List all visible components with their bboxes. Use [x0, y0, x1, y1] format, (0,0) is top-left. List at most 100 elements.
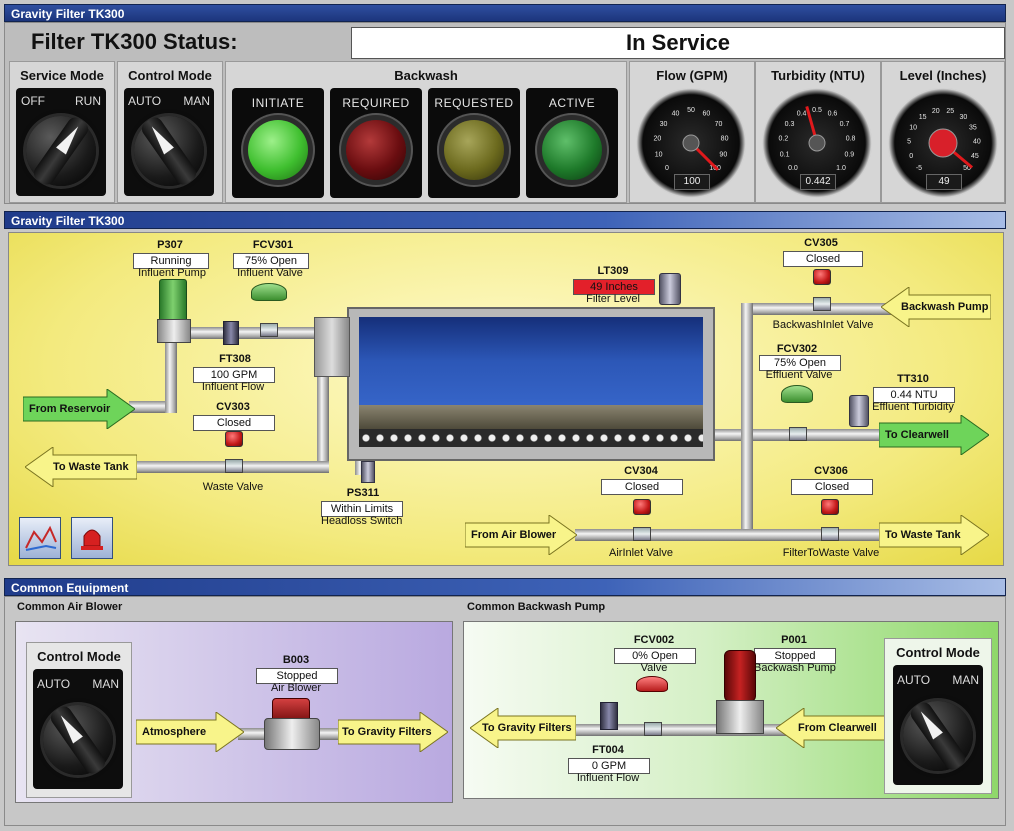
- cv306-valve[interactable]: [821, 499, 839, 515]
- level-gauge-group: Level (Inches) -5 0 5 10 15 20 25 30 35 40 45 50 49: [881, 61, 1005, 203]
- from-air-blower-label: From Air Blower: [471, 529, 557, 541]
- gauge-tick-label: 0.8: [846, 136, 856, 143]
- service-mode-switch[interactable]: OFF RUN: [16, 88, 106, 196]
- alarm-button[interactable]: [71, 517, 113, 559]
- lt309-transmitter[interactable]: [659, 273, 681, 305]
- b003-tag: B003: [282, 654, 310, 666]
- active-lamp: ACTIVE: [526, 88, 618, 198]
- p307-pump[interactable]: [159, 279, 187, 323]
- cv305-desc: BackwashInlet Valve: [772, 319, 874, 331]
- backwash-header: Backwash: [394, 68, 458, 83]
- cv306-tag: CV306: [814, 465, 848, 477]
- gauge-hub: [682, 134, 700, 152]
- gauge-tick-label: -5: [916, 165, 922, 172]
- air-blower-control-mode: Control Mode AUTO MAN: [26, 642, 132, 798]
- ps311-tag: PS311: [346, 487, 380, 499]
- initiate-lamp[interactable]: INITIATE: [232, 88, 324, 198]
- control-mode-switch[interactable]: AUTO MAN: [124, 88, 214, 196]
- service-mode-knob[interactable]: [26, 114, 96, 188]
- gauge-tick-label: 70: [715, 121, 723, 128]
- gauge-tick-label: 0.7: [840, 121, 850, 128]
- gauge-tick-label: 90: [719, 152, 727, 159]
- required-lamp: REQUIRED: [330, 88, 422, 198]
- cv304-value: Closed: [601, 479, 683, 495]
- backwash-group: Backwash INITIATE REQUIRED REQUESTED ACT…: [225, 61, 627, 203]
- cv303-value: Closed: [193, 415, 275, 431]
- fcv301-tag: FCV301: [252, 239, 294, 251]
- alarm-bell-icon: [81, 529, 103, 550]
- status-value-box: In Service: [351, 27, 1005, 59]
- p307-tag: P307: [157, 239, 183, 251]
- from-clearwell-label: From Clearwell: [798, 722, 877, 734]
- process-panel: P307 Running Influent Pump FCV301 75% Op…: [8, 232, 1004, 566]
- trend-chart-icon: [25, 525, 57, 551]
- required-label: REQUIRED: [342, 96, 410, 110]
- filter-tank: [347, 307, 715, 461]
- gauge-tick-label: 45: [971, 153, 979, 160]
- gauge-value: 100: [674, 174, 710, 190]
- status-panel-title: Gravity Filter TK300: [4, 4, 1006, 22]
- to-waste-tank-left-label: To Waste Tank: [53, 461, 129, 473]
- gauge-tick-label: 50: [687, 107, 695, 114]
- backwash-pump-auto-label: AUTO: [897, 673, 931, 687]
- gauge-tick-label: 10: [909, 125, 917, 132]
- control-mode-knob[interactable]: [134, 114, 204, 188]
- tt310-transmitter[interactable]: [849, 395, 869, 427]
- service-mode-run-label: RUN: [75, 94, 101, 108]
- status-value: In Service: [626, 30, 730, 55]
- service-mode-off-label: OFF: [21, 94, 45, 108]
- fcv002-tag: FCV002: [633, 634, 675, 646]
- ft004-transmitter[interactable]: [600, 702, 618, 730]
- gauge-tick-label: 0.6: [828, 111, 838, 118]
- fcv302-tag: FCV302: [776, 343, 818, 355]
- cv303-desc: Waste Valve: [202, 481, 264, 493]
- cv305-value: Closed: [783, 251, 863, 267]
- gauge-hub: [808, 134, 826, 152]
- backwash-pump-knob[interactable]: [903, 699, 973, 773]
- air-blower-header: Common Air Blower: [17, 601, 123, 613]
- gauge-tick-label: 0.4: [797, 111, 807, 118]
- air-blower-control-switch[interactable]: AUTO MAN: [33, 669, 123, 789]
- control-mode-header: Control Mode: [128, 68, 212, 83]
- air-blower-area: Control Mode AUTO MAN B003 Stopped Air B…: [15, 621, 453, 803]
- cv305-valve[interactable]: [813, 269, 831, 285]
- cv304-desc: AirInlet Valve: [609, 547, 673, 559]
- turbidity-gauge-header: Turbidity (NTU): [771, 68, 865, 83]
- gauge-tick-label: 30: [959, 114, 967, 121]
- fcv002-valve[interactable]: [636, 676, 668, 692]
- status-label: Filter TK300 Status:: [31, 29, 238, 54]
- fcv301-desc: Influent Valve: [237, 267, 303, 279]
- fcv302-desc: Effluent Valve: [765, 369, 833, 381]
- ft004-desc: Influent Flow: [576, 772, 640, 784]
- backwash-pump-control-switch[interactable]: AUTO MAN: [893, 665, 983, 785]
- initiate-label: INITIATE: [251, 96, 305, 110]
- service-mode-header: Service Mode: [20, 68, 104, 83]
- level-gauge: -5 0 5 10 15 20 25 30 35 40 45 50 49: [888, 88, 998, 198]
- air-blower-knob[interactable]: [43, 703, 113, 777]
- cv304-valve[interactable]: [633, 499, 651, 515]
- flow-gauge: 0102030405060708090100100: [636, 88, 746, 198]
- fcv302-valve[interactable]: [781, 385, 813, 403]
- fcv301-valve[interactable]: [251, 283, 287, 301]
- active-light: [542, 120, 602, 180]
- cv305-tag: CV305: [804, 237, 838, 249]
- gauge-tick-label: 0.3: [785, 121, 795, 128]
- trend-button[interactable]: [19, 517, 61, 559]
- b003-desc: Air Blower: [270, 682, 322, 694]
- gauge-tick-label: 15: [919, 114, 927, 121]
- gauge-tick-label: 40: [672, 111, 680, 118]
- backwash-pump-label: Backwash Pump: [901, 301, 989, 313]
- initiate-light: [248, 120, 308, 180]
- p001-pump[interactable]: [724, 650, 756, 702]
- gauge-tick-label: 0: [909, 153, 913, 160]
- p001-tag: P001: [781, 634, 807, 646]
- p307-desc: Influent Pump: [138, 267, 206, 279]
- to-clearwell-label: To Clearwell: [885, 429, 949, 441]
- air-blower-auto-label: AUTO: [37, 677, 71, 691]
- air-blower-man-label: MAN: [92, 677, 119, 691]
- cv303-valve[interactable]: [225, 431, 243, 447]
- lt309-tag: LT309: [597, 265, 629, 277]
- gauge-tick-label: 1.0: [836, 165, 846, 172]
- backwash-pump-man-label: MAN: [952, 673, 979, 687]
- gauge-tick-label: 0.0: [788, 165, 798, 172]
